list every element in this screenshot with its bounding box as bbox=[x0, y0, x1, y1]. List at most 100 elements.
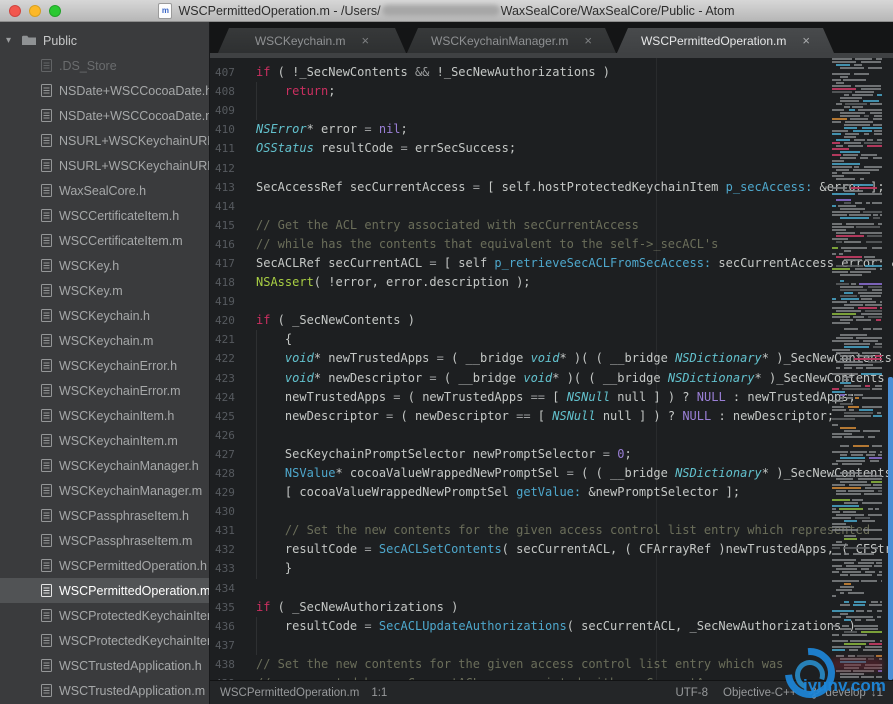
tree-item[interactable]: WaxSealCore.h bbox=[0, 178, 209, 203]
traffic-lights bbox=[9, 5, 61, 17]
tree-item[interactable]: WSCKeychainItem.m bbox=[0, 428, 209, 453]
status-file-name[interactable]: WSCPermittedOperation.m bbox=[220, 687, 359, 699]
code-line[interactable]: 429 [ cocoaValueWrappedNewPromptSel getV… bbox=[210, 483, 893, 502]
chevron-down-icon[interactable]: ▾ bbox=[6, 35, 22, 46]
tree-item[interactable]: NSDate+WSCCocoaDate.h bbox=[0, 78, 209, 103]
tree-item[interactable]: WSCKeychainError.m bbox=[0, 378, 209, 403]
line-number: 414 bbox=[210, 200, 256, 213]
code-line[interactable]: 411OSStatus resultCode = errSecSuccess; bbox=[210, 139, 893, 158]
file-icon bbox=[41, 209, 52, 222]
tree-item[interactable]: WSCPermittedOperation.h bbox=[0, 553, 209, 578]
code-line[interactable]: 430 bbox=[210, 502, 893, 521]
tree-item[interactable]: .DS_Store bbox=[0, 53, 209, 78]
code-line[interactable]: 424 newTrustedApps = ( newTrustedApps ==… bbox=[210, 388, 893, 407]
tree-item[interactable]: WSCTrustedApplication.h bbox=[0, 653, 209, 678]
code-editor[interactable]: 407if ( !_SecNewContents && !_SecNewAuth… bbox=[210, 58, 893, 680]
tree-item[interactable]: NSURL+WSCKeychainURL.h bbox=[0, 128, 209, 153]
status-encoding[interactable]: UTF-8 bbox=[675, 687, 708, 699]
tree-root-folder[interactable]: ▾ Public bbox=[0, 28, 209, 53]
indent-guide bbox=[256, 617, 257, 636]
status-git[interactable]: develop ↓1 bbox=[812, 687, 883, 699]
tree-item[interactable]: NSURL+WSCKeychainURL.m bbox=[0, 153, 209, 178]
tab-close-icon[interactable]: × bbox=[584, 35, 592, 47]
code-line[interactable]: 435if ( _SecNewAuthorizations ) bbox=[210, 598, 893, 617]
minimize-window-button[interactable] bbox=[29, 5, 41, 17]
tree-item-label: NSDate+WSCCocoaDate.m bbox=[59, 109, 209, 123]
indent-guide bbox=[256, 369, 257, 388]
tree-item[interactable]: WSCKeychainManager.m bbox=[0, 478, 209, 503]
tree-item[interactable]: WSCKeychainManager.h bbox=[0, 453, 209, 478]
code-line[interactable]: 422 void* newTrustedApps = ( __bridge vo… bbox=[210, 349, 893, 368]
file-icon bbox=[41, 584, 52, 597]
tab-WSCKeychain.m[interactable]: WSCKeychain.m× bbox=[218, 28, 406, 53]
code-line[interactable]: 432 resultCode = SecACLSetContents( secC… bbox=[210, 540, 893, 559]
scrollbar-track[interactable] bbox=[888, 58, 893, 680]
line-number: 436 bbox=[210, 620, 256, 633]
indent-guide bbox=[256, 101, 257, 120]
code-line-text bbox=[256, 636, 893, 655]
tree-item[interactable]: WSCKeychain.h bbox=[0, 303, 209, 328]
code-line[interactable]: 412 bbox=[210, 158, 893, 177]
tree-item[interactable]: WSCKey.h bbox=[0, 253, 209, 278]
code-line-text: resultCode = SecACLSetContents( secCurre… bbox=[256, 540, 893, 559]
code-line[interactable]: 434 bbox=[210, 579, 893, 598]
tab-WSCKeychainManager.m[interactable]: WSCKeychainManager.m× bbox=[407, 28, 616, 53]
tree-item[interactable]: WSCKeychain.m bbox=[0, 328, 209, 353]
code-line[interactable]: 426 bbox=[210, 426, 893, 445]
code-line[interactable]: 420if ( _SecNewContents ) bbox=[210, 311, 893, 330]
tree-item[interactable]: WSCTrustedApplication.m bbox=[0, 678, 209, 703]
scrollbar-thumb[interactable] bbox=[888, 377, 893, 680]
code-line[interactable]: 407if ( !_SecNewContents && !_SecNewAuth… bbox=[210, 63, 893, 82]
close-window-button[interactable] bbox=[9, 5, 21, 17]
tree-root-label: Public bbox=[43, 34, 77, 48]
code-line[interactable]: 408 return; bbox=[210, 82, 893, 101]
tree-item-label: WSCTrustedApplication.h bbox=[59, 659, 202, 673]
code-line[interactable]: 423 void* newDescriptor = ( __bridge voi… bbox=[210, 369, 893, 388]
code-line[interactable]: 415// Get the ACL entry associated with … bbox=[210, 216, 893, 235]
code-line[interactable]: 427 SecKeychainPromptSelector newPromptS… bbox=[210, 445, 893, 464]
code-line[interactable]: 413SecAccessRef secCurrentAccess = [ sel… bbox=[210, 178, 893, 197]
code-line[interactable]: 428 NSValue* cocoaValueWrappedNewPromptS… bbox=[210, 464, 893, 483]
code-line[interactable]: 410NSError* error = nil; bbox=[210, 120, 893, 139]
tree-item[interactable]: WSCCertificateItem.h bbox=[0, 203, 209, 228]
line-number: 428 bbox=[210, 467, 256, 480]
status-grammar[interactable]: Objective-C++ bbox=[723, 687, 797, 699]
indent-guide bbox=[256, 521, 257, 540]
code-line[interactable]: 419 bbox=[210, 292, 893, 311]
tree-item[interactable]: WSCPassphraseItem.h bbox=[0, 503, 209, 528]
code-line[interactable]: 421 { bbox=[210, 330, 893, 349]
tree-item-label: WaxSealCore.h bbox=[59, 184, 146, 198]
code-line[interactable]: 416// while has the contents that equiva… bbox=[210, 235, 893, 254]
code-line[interactable]: 414 bbox=[210, 197, 893, 216]
status-cursor-position[interactable]: 1:1 bbox=[371, 687, 387, 699]
tree-item[interactable]: WSCCertificateItem.m bbox=[0, 228, 209, 253]
tree-item-label: .DS_Store bbox=[59, 59, 117, 73]
tree-item-label: WSCKeychainItem.m bbox=[59, 434, 178, 448]
code-line[interactable]: 417SecACLRef secCurrentACL = [ self p_re… bbox=[210, 254, 893, 273]
tab-close-icon[interactable]: × bbox=[362, 35, 370, 47]
code-line[interactable]: 436 resultCode = SecACLUpdateAuthorizati… bbox=[210, 617, 893, 636]
window-title-prefix: WSCPermittedOperation.m - /Users/ bbox=[178, 4, 380, 18]
tree-item[interactable]: WSCProtectedKeychainItem.h bbox=[0, 603, 209, 628]
code-line[interactable]: 431 // Set the new contents for the give… bbox=[210, 521, 893, 540]
code-line[interactable]: 409 bbox=[210, 101, 893, 120]
code-line[interactable]: 418NSAssert( !error, error.description )… bbox=[210, 273, 893, 292]
tree-item[interactable]: WSCPermittedOperation.m bbox=[0, 578, 209, 603]
code-line[interactable]: 425 newDescriptor = ( newDescriptor == [… bbox=[210, 407, 893, 426]
indent-guide bbox=[256, 636, 257, 655]
tree-item[interactable]: WSCKey.m bbox=[0, 278, 209, 303]
line-number: 421 bbox=[210, 333, 256, 346]
minimap[interactable] bbox=[832, 58, 888, 680]
tree-item[interactable]: WSCKeychainItem.h bbox=[0, 403, 209, 428]
tree-item[interactable]: WSCProtectedKeychainItem.m bbox=[0, 628, 209, 653]
tree-item[interactable]: WSCKeychainError.h bbox=[0, 353, 209, 378]
zoom-window-button[interactable] bbox=[49, 5, 61, 17]
code-line[interactable]: 438// Set the new contents for the given… bbox=[210, 655, 893, 674]
tree-item[interactable]: WSCPassphraseItem.m bbox=[0, 528, 209, 553]
tree-item[interactable]: NSDate+WSCCocoaDate.m bbox=[0, 103, 209, 128]
folder-icon bbox=[22, 35, 36, 46]
code-line[interactable]: 437 bbox=[210, 636, 893, 655]
code-line[interactable]: 433 } bbox=[210, 559, 893, 578]
tab-close-icon[interactable]: × bbox=[802, 35, 810, 47]
tab-WSCPermittedOperation.m[interactable]: WSCPermittedOperation.m× bbox=[617, 28, 834, 53]
